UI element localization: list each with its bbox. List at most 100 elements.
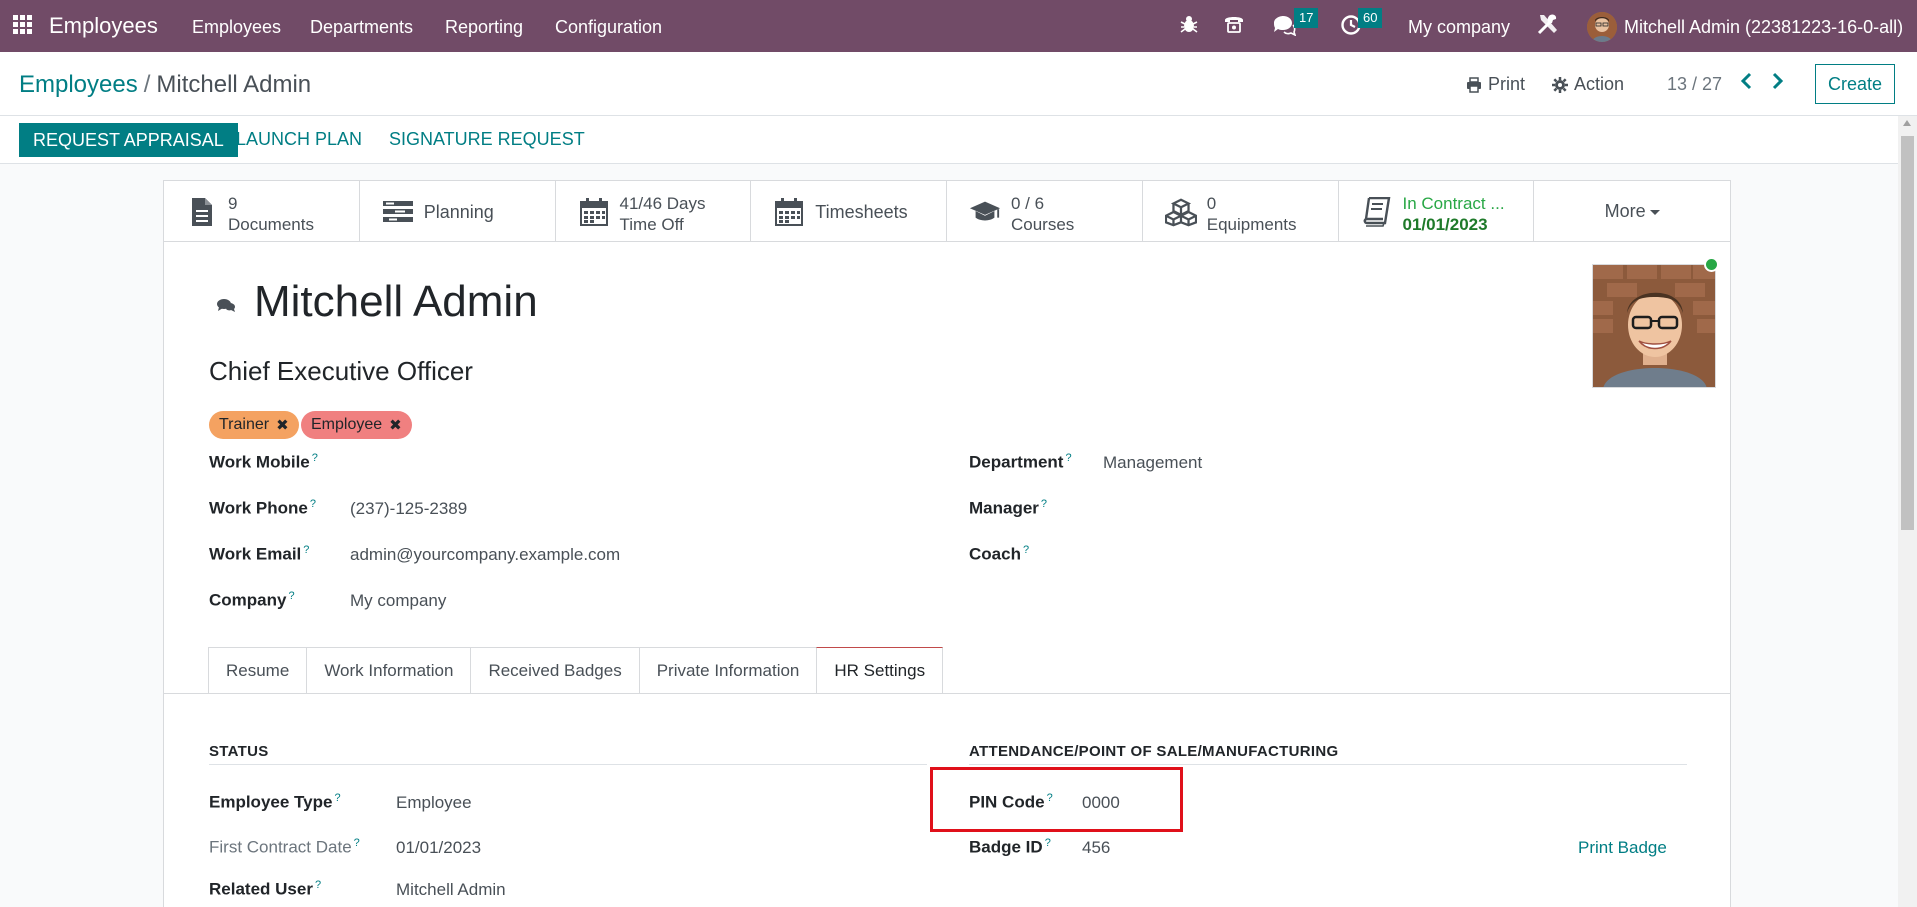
- menu-reporting[interactable]: Reporting: [445, 17, 523, 38]
- timesheets-label: Timesheets: [815, 202, 908, 222]
- print-badge-button[interactable]: Print Badge: [1578, 838, 1667, 858]
- chat-icon[interactable]: [216, 297, 236, 318]
- contract-date: 01/01/2023: [1402, 215, 1488, 234]
- tab-work-information[interactable]: Work Information: [306, 647, 472, 694]
- planning-smart-button[interactable]: Planning: [360, 181, 556, 241]
- tag-trainer-label: Trainer: [219, 416, 270, 433]
- timesheets-smart-button[interactable]: Timesheets: [751, 181, 947, 241]
- related-user-field[interactable]: Mitchell Admin: [396, 880, 506, 900]
- menu-departments[interactable]: Departments: [310, 17, 413, 38]
- work-email-label: Work Email?: [209, 544, 310, 564]
- smart-buttons-bar: 9 Documents Planning 41/46 Days Time Off T…: [164, 181, 1730, 242]
- related-user-label: Related User?: [209, 879, 322, 899]
- notebook-tabs: Resume Work Information Received Badges …: [208, 647, 944, 694]
- pin-code-highlight-box: [930, 767, 1183, 832]
- tab-hr-settings[interactable]: HR Settings: [816, 647, 944, 694]
- menu-configuration[interactable]: Configuration: [555, 17, 662, 38]
- signature-request-button[interactable]: SIGNATURE REQUEST: [389, 129, 585, 150]
- request-appraisal-button[interactable]: REQUEST APPRAISAL: [19, 123, 238, 157]
- user-menu[interactable]: Mitchell Admin (22381223-16-0-all): [1624, 17, 1903, 38]
- employee-name[interactable]: Mitchell Admin: [254, 277, 538, 327]
- gear-icon: [1552, 76, 1568, 93]
- bug-icon[interactable]: [1178, 13, 1200, 40]
- documents-count: 9: [228, 194, 238, 213]
- timeoff-label: Time Off: [619, 215, 684, 234]
- pager-value[interactable]: 13 / 27: [1667, 74, 1722, 95]
- timeoff-smart-button[interactable]: 41/46 Days Time Off: [556, 181, 752, 241]
- remove-tag-icon[interactable]: ✖: [389, 416, 402, 434]
- scroll-up-icon[interactable]: [1903, 120, 1911, 126]
- employee-type-field[interactable]: Employee: [396, 793, 472, 813]
- equipments-value: 0: [1206, 194, 1217, 213]
- create-button[interactable]: Create: [1815, 64, 1895, 104]
- user-avatar[interactable]: [1587, 12, 1617, 42]
- top-navbar: Employees Employees Departments Reportin…: [0, 0, 1917, 52]
- courses-value: 0 / 6: [1011, 194, 1045, 213]
- breadcrumb-employees[interactable]: Employees: [19, 71, 138, 98]
- action-button[interactable]: Action: [1552, 74, 1624, 95]
- app-name[interactable]: Employees: [49, 13, 158, 39]
- planning-icon: [382, 196, 414, 228]
- timeoff-value: 41/46 Days: [619, 194, 706, 213]
- cubes-icon: [1164, 196, 1197, 228]
- work-phone-label: Work Phone?: [209, 498, 316, 518]
- document-icon: [186, 196, 218, 228]
- graduation-cap-icon: [969, 196, 1001, 228]
- more-label: More: [1604, 201, 1646, 221]
- remove-tag-icon[interactable]: ✖: [276, 416, 289, 434]
- department-field[interactable]: Management: [1103, 453, 1202, 473]
- company-label: Company?: [209, 590, 295, 610]
- section-divider: [209, 764, 927, 765]
- tab-received-badges[interactable]: Received Badges: [470, 647, 640, 694]
- chevron-left-icon[interactable]: [1740, 72, 1754, 96]
- apps-grid-icon[interactable]: [13, 15, 33, 35]
- courses-smart-button[interactable]: 0 / 6 Courses: [947, 181, 1143, 241]
- tag-trainer[interactable]: Trainer ✖: [209, 411, 299, 439]
- launch-plan-button[interactable]: LAUNCH PLAN: [236, 129, 362, 150]
- tag-employee-label: Employee: [311, 416, 383, 433]
- attendance-section-title: ATTENDANCE/POINT OF SALE/MANUFACTURING: [969, 743, 1339, 760]
- messages-badge: 17: [1294, 8, 1319, 28]
- menu-employees[interactable]: Employees: [192, 17, 281, 38]
- chevron-right-icon[interactable]: [1770, 72, 1784, 96]
- online-status-indicator: [1704, 257, 1719, 272]
- department-label: Department?: [969, 452, 1072, 472]
- contract-status: In Contract ...: [1402, 194, 1505, 213]
- company-switcher[interactable]: My company: [1408, 17, 1510, 38]
- documents-label: Documents: [228, 215, 314, 234]
- status-section-title: STATUS: [209, 743, 269, 760]
- section-divider: [969, 764, 1687, 765]
- tools-icon[interactable]: [1536, 12, 1560, 41]
- breadcrumb-current: Mitchell Admin: [156, 71, 312, 98]
- print-label: Print: [1488, 74, 1526, 94]
- tag-employee[interactable]: Employee ✖: [301, 411, 412, 439]
- tab-resume[interactable]: Resume: [208, 647, 308, 694]
- coach-label: Coach?: [969, 544, 1030, 564]
- job-title[interactable]: Chief Executive Officer: [209, 356, 473, 387]
- employee-type-label: Employee Type?: [209, 792, 341, 812]
- calendar-icon: [773, 196, 805, 228]
- first-contract-date-label: First Contract Date?: [209, 837, 360, 857]
- courses-label: Courses: [1011, 215, 1075, 234]
- page-scrollbar[interactable]: [1898, 116, 1917, 907]
- caret-down-icon: [1649, 209, 1660, 215]
- control-panel: Employees / Mitchell Admin Print Action 13…: [0, 52, 1917, 116]
- work-mobile-label: Work Mobile?: [209, 452, 318, 472]
- scrollbar-thumb[interactable]: [1901, 136, 1914, 530]
- contract-smart-button[interactable]: In Contract ... 01/01/2023: [1339, 181, 1535, 241]
- chat-icon[interactable]: [1272, 14, 1297, 41]
- badge-id-label: Badge ID?: [969, 837, 1051, 857]
- more-smart-button[interactable]: More: [1534, 181, 1730, 241]
- employee-photo[interactable]: [1592, 264, 1716, 388]
- phone-icon[interactable]: [1222, 12, 1246, 41]
- company-field[interactable]: My company: [350, 591, 446, 611]
- print-button[interactable]: Print: [1466, 74, 1525, 95]
- equipments-smart-button[interactable]: 0 Equipments: [1143, 181, 1339, 241]
- tab-private-information[interactable]: Private Information: [638, 647, 818, 694]
- badge-id-field[interactable]: 456: [1082, 838, 1110, 858]
- work-phone-field[interactable]: (237)-125-2389: [350, 499, 467, 519]
- first-contract-date-field: 01/01/2023: [396, 838, 482, 857]
- form-statusbar: REQUEST APPRAISAL LAUNCH PLAN SIGNATURE …: [0, 116, 1917, 164]
- work-email-field[interactable]: admin@yourcompany.example.com: [350, 545, 620, 565]
- documents-smart-button[interactable]: 9 Documents: [164, 181, 360, 241]
